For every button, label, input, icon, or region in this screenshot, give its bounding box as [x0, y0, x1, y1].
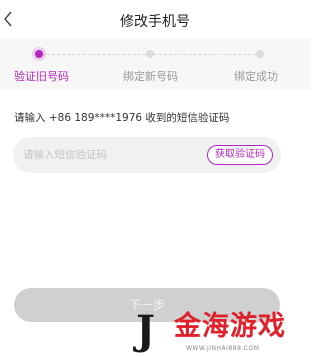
step-dot-3 — [256, 50, 264, 58]
progress-steps: 验证旧号码 绑定新号码 绑定成功 — [0, 38, 310, 90]
watermark-text: 金海游戏 — [174, 311, 286, 342]
watermark-url: WWW.JINHAI888.COM — [186, 345, 260, 352]
watermark-logo: J — [136, 307, 155, 354]
step-dot-2 — [146, 50, 154, 58]
step-label-3: 绑定成功 — [234, 70, 278, 83]
page-title: 修改手机号 — [120, 14, 190, 30]
nav-bar: 修改手机号 — [0, 0, 310, 38]
step-dot-1 — [35, 50, 43, 58]
sms-code-field: 获取验证码 — [13, 137, 281, 173]
watermark: J 金海游戏 WWW.JINHAI888.COM — [134, 306, 310, 357]
sms-hint-text: 请输入 +86 189****1976 收到的短信验证码 — [14, 112, 230, 124]
step-label-1: 验证旧号码 — [14, 70, 69, 83]
sms-code-input[interactable] — [23, 144, 203, 166]
step-connector — [42, 54, 146, 55]
step-connector — [154, 54, 256, 55]
get-code-button[interactable]: 获取验证码 — [207, 145, 273, 165]
step-label-2: 绑定新号码 — [123, 70, 178, 83]
